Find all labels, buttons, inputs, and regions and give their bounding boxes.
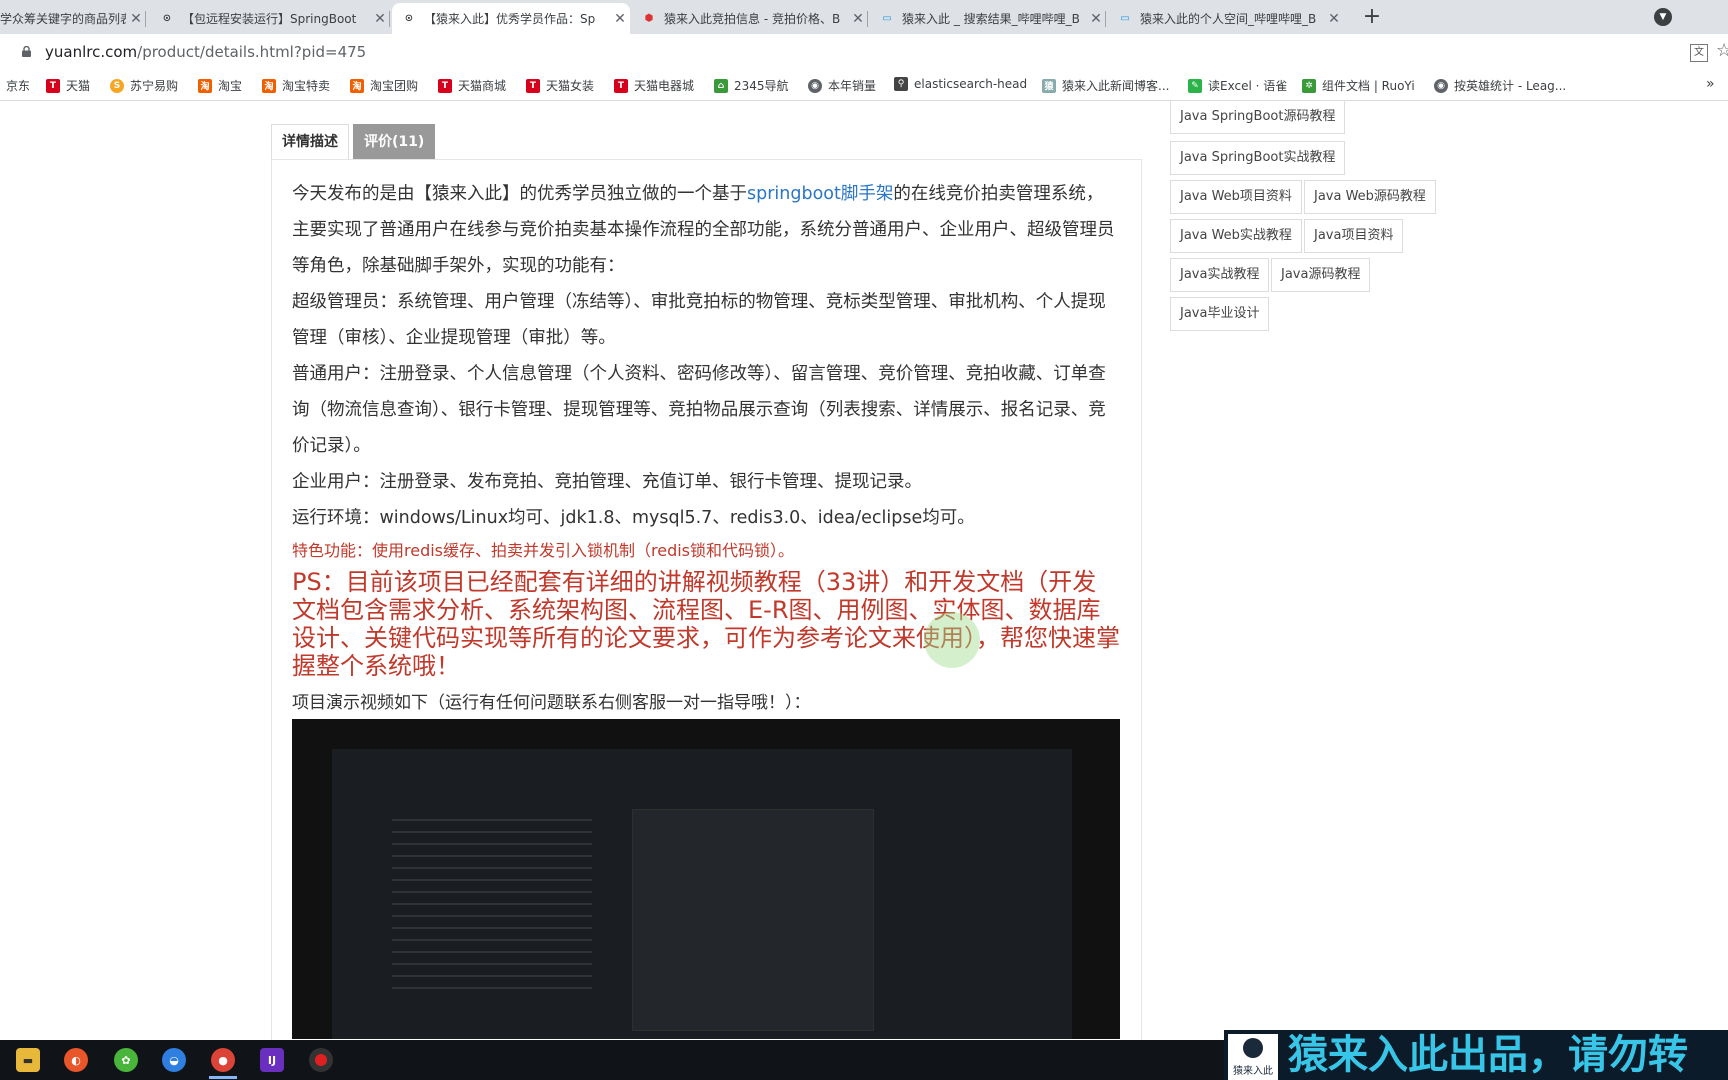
firefox-icon[interactable]: ◐ xyxy=(64,1048,88,1072)
yuanlai-logo: 猿来入此 xyxy=(1228,1034,1278,1080)
demo-video-player[interactable] xyxy=(292,719,1120,1039)
bookmark-item[interactable]: 淘淘宝团购 xyxy=(350,77,418,94)
cursor-highlight xyxy=(924,612,980,668)
tab-description[interactable]: 详情描述 xyxy=(271,124,349,159)
browser-tab[interactable]: ⬢ 猿来入此竞拍信息 - 竞拍价格、B ✕ xyxy=(632,3,868,34)
springboot-scaffold-link[interactable]: springboot脚手架 xyxy=(747,184,893,204)
bookmark-item[interactable]: 猿猿来入此新闻博客... xyxy=(1042,77,1169,94)
bookmark-item[interactable]: 淘淘宝特卖 xyxy=(262,77,330,94)
close-icon[interactable]: ✕ xyxy=(848,11,868,27)
watermark-banner: 猿来入此 猿来入此出品，请勿转 xyxy=(1224,1030,1728,1080)
tmall-icon: T xyxy=(614,78,628,93)
file-explorer-icon[interactable]: ▬ xyxy=(16,1048,40,1072)
nav-2345-icon: ⌂ xyxy=(714,78,728,93)
intro-paragraph: 今天发布的是由【猿来入此】的优秀学员独立做的一个基于springboot脚手架的… xyxy=(292,184,1115,276)
runtime-environment: 运行环境：windows/Linux均可、jdk1.8、mysql5.7、red… xyxy=(292,508,975,528)
tmall-icon: T xyxy=(438,78,452,93)
bookmark-item[interactable]: ✲ 组件文档 | RuoYi xyxy=(1302,77,1415,94)
browser-tab-active[interactable]: ⊙ 【猿来入此】优秀学员作品：Sp ✕ xyxy=(392,3,630,34)
tmall-icon: T xyxy=(46,78,60,93)
red-logo-icon: ⬢ xyxy=(644,13,654,24)
browser-tab-strip: 学众筹关键字的商品列表 ✕ ⊙ 【包远程安装运行】SpringBoot ✕ ⊙ … xyxy=(0,0,1728,34)
tag-link[interactable]: Java Web项目资料 xyxy=(1170,180,1302,214)
bookmarks-bar: 京东 T 天猫 S 苏宁易购 淘淘宝 淘淘宝特卖 淘淘宝团购 T 天猫商城 T 天猫女装… xyxy=(0,70,1728,101)
bookmark-item[interactable]: ⚲ elasticsearch-head xyxy=(894,77,1027,91)
taobao-icon: 淘 xyxy=(350,78,364,93)
bookmark-item[interactable]: ◉ 本年销量 xyxy=(808,77,876,94)
elastic-icon: ⚲ xyxy=(894,77,908,91)
close-icon[interactable]: ✕ xyxy=(370,11,390,27)
bookmark-item[interactable]: ⌂ 2345导航 xyxy=(714,77,789,94)
browser-tab[interactable]: ⊙ 【包远程安装运行】SpringBoot ✕ xyxy=(150,3,390,34)
bookmark-item[interactable]: ◉ 按英雄统计 - Leag... xyxy=(1434,77,1566,94)
yuanlai-icon: 猿 xyxy=(1042,78,1056,93)
bookmark-item[interactable]: T 天猫商城 xyxy=(438,77,506,94)
browser-tab[interactable]: 学众筹关键字的商品列表 ✕ xyxy=(0,3,146,34)
tag-link[interactable]: Java Web源码教程 xyxy=(1304,180,1436,214)
page-favicon-icon: ⊙ xyxy=(404,13,414,24)
browser-tab[interactable]: ▭ 猿来入此的个人空间_哔哩哔哩_B ✕ xyxy=(1108,3,1344,34)
bilibili-icon: ▭ xyxy=(1120,13,1130,24)
bookmark-item[interactable]: T 天猫 xyxy=(46,77,90,94)
new-tab-button[interactable]: + xyxy=(1358,4,1386,32)
ruoyi-icon: ✲ xyxy=(1302,78,1316,93)
demo-video-caption: 项目演示视频如下（运行有任何问题联系右侧客服一对一指导哦！）： xyxy=(292,693,811,713)
tmall-icon: T xyxy=(526,78,540,93)
bookmark-item[interactable]: T 天猫女装 xyxy=(526,77,594,94)
tag-link[interactable]: Java实战教程 xyxy=(1170,258,1270,292)
close-icon[interactable]: ✕ xyxy=(1324,11,1344,27)
browser-tab[interactable]: ▭ 猿来入此 _ 搜索结果_哔哩哔哩_B ✕ xyxy=(870,3,1106,34)
url-field[interactable]: yuanlrc.com/product/details.html?pid=475 xyxy=(45,43,366,61)
bookmarks-more-button[interactable]: » xyxy=(1706,76,1715,92)
page-favicon-icon: ⊙ xyxy=(162,13,172,24)
address-bar: yuanlrc.com/product/details.html?pid=475… xyxy=(0,34,1728,70)
active-app-indicator xyxy=(209,1076,237,1079)
watermark-text: 猿来入此出品，请勿转 xyxy=(1288,1032,1688,1078)
record-icon[interactable] xyxy=(309,1048,333,1072)
bookmark-item[interactable]: 京东 xyxy=(6,77,30,94)
taobao-icon: 淘 xyxy=(262,78,276,93)
taobao-icon: 淘 xyxy=(198,78,212,93)
wechat-icon[interactable]: ✿ xyxy=(114,1048,138,1072)
bookmark-item[interactable]: S 苏宁易购 xyxy=(110,77,178,94)
special-features: 特色功能：使用redis缓存、拍卖并发引入锁机制（redis锁和代码锁）。 xyxy=(292,541,795,560)
tag-link[interactable]: Java毕业设计 xyxy=(1170,297,1270,331)
edge-icon[interactable]: ◒ xyxy=(162,1048,186,1072)
globe-icon: ◉ xyxy=(808,78,822,93)
admin-features: 超级管理员：系统管理、用户管理（冻结等）、审批竞拍标的物管理、竞标类型管理、审批… xyxy=(292,292,1106,348)
taskbar: ▬ ◐ ✿ ◒ ● IJ xyxy=(0,1040,1224,1080)
lock-icon xyxy=(22,46,31,57)
yuque-icon: ✎ xyxy=(1188,78,1202,93)
bilibili-icon: ▭ xyxy=(882,13,892,24)
tag-link[interactable]: Java SpringBoot源码教程 xyxy=(1170,100,1346,134)
bookmark-item[interactable]: 淘淘宝 xyxy=(198,77,242,94)
bookmark-item[interactable]: ✎ 读Excel · 语雀 xyxy=(1188,77,1287,94)
tag-link[interactable]: Java SpringBoot实战教程 xyxy=(1170,141,1346,175)
suning-icon: S xyxy=(110,78,124,93)
translate-icon[interactable]: 文 xyxy=(1690,44,1708,62)
intellij-icon[interactable]: IJ xyxy=(260,1048,284,1072)
bookmark-item[interactable]: T 天猫电器城 xyxy=(614,77,694,94)
product-description: 今天发布的是由【猿来入此】的优秀学员独立做的一个基于springboot脚手架的… xyxy=(292,176,1120,720)
globe-icon: ◉ xyxy=(1434,78,1448,93)
tab-reviews[interactable]: 评价(11) xyxy=(353,124,436,159)
tag-link[interactable]: Java源码教程 xyxy=(1271,258,1371,292)
chrome-icon[interactable]: ● xyxy=(211,1048,235,1072)
enterprise-features: 企业用户：注册登录、发布竞拍、竞拍管理、充值订单、银行卡管理、提现记录。 xyxy=(292,472,922,492)
close-icon[interactable]: ✕ xyxy=(610,11,630,27)
tab-search-icon[interactable]: ▼ xyxy=(1654,8,1672,26)
tag-link[interactable]: Java Web实战教程 xyxy=(1170,219,1302,253)
video-dialog xyxy=(632,809,874,1031)
close-icon[interactable]: ✕ xyxy=(1086,11,1106,27)
close-icon[interactable]: ✕ xyxy=(126,11,146,27)
ps-note: PS：目前该项目已经配套有详细的讲解视频教程（33讲）和开发文档（开发文档包含需… xyxy=(292,568,1120,680)
video-frame xyxy=(332,749,1072,1039)
tag-link[interactable]: Java项目资料 xyxy=(1304,219,1404,253)
user-features: 普通用户：注册登录、个人信息管理（个人资料、密码修改等）、留言管理、竞价管理、竞… xyxy=(292,364,1106,456)
bookmark-star-icon[interactable]: ☆ xyxy=(1716,40,1728,61)
